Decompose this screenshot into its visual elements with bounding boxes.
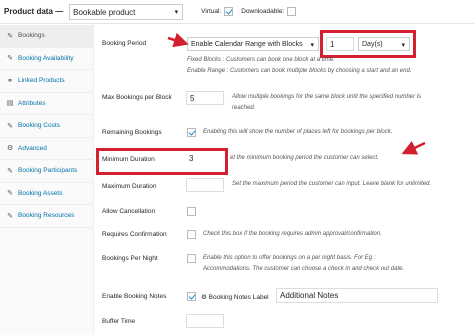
requires-confirmation-desc: Check this box if the booking requires a… [203,231,382,237]
max-duration-label: Maximum Duration [102,183,157,190]
virtual-checkbox[interactable] [224,7,234,16]
chevron-down-icon: ▾ [174,8,179,16]
max-bookings-desc-1: Allow multiple bookings for the same blo… [232,94,422,100]
buffer-time-label: Buffer Time [102,318,136,325]
highlight-box-period [320,30,416,58]
tab-attributes[interactable]: ▤ Attributes [0,93,93,115]
max-bookings-input[interactable]: 5 [186,91,224,105]
product-data-tabs: ✎ Bookings ✎ Booking Availability ⚭ Link… [0,25,94,335]
wrench-icon: ✎ [7,190,13,198]
max-bookings-label: Max Bookings per Block [102,94,172,101]
link-icon: ⚭ [7,77,13,85]
bookings-per-night-desc-2: Accommodations. The customer can choose … [203,266,405,272]
product-type-value: Bookable product [73,7,136,17]
requires-confirmation-label: Requires Confirmation [102,231,167,238]
min-duration-desc: et the minimum booking period the custom… [230,155,379,161]
arrow-to-booking-period [167,32,189,48]
tab-linked-products[interactable]: ⚭ Linked Products [0,70,93,93]
buffer-time-input[interactable] [186,314,224,328]
tab-booking-participants[interactable]: ✎ Booking Participants [0,160,93,183]
min-duration-input[interactable]: 3 [186,152,222,166]
allow-cancellation-checkbox[interactable] [187,207,196,216]
booking-period-select[interactable]: Enable Calendar Range with Blocks ▾ [187,37,319,51]
product-type-select[interactable]: Bookable product ▾ [69,3,184,20]
tab-booking-resources[interactable]: ✎ Booking Resources [0,205,93,228]
notes-label-prefix: ⚙ Booking Notes Label [201,294,269,301]
booking-period-desc-1: Fixed Blocks : Customers can book one bl… [187,57,335,63]
gear-icon: ⚙ [201,294,207,301]
wrench-icon: ✎ [7,32,13,40]
remaining-bookings-label: Remaining Bookings [102,129,162,136]
product-data-panel: Product data — Bookable product ▾ Virtua… [0,0,474,335]
bookings-per-night-desc-1: Enable this option to offer bookings on … [203,255,376,261]
product-data-header: Product data — Bookable product ▾ Virtua… [0,0,474,24]
max-bookings-desc-2: reached. [232,105,256,111]
tab-booking-availability[interactable]: ✎ Booking Availability [0,48,93,70]
remaining-bookings-desc: Enabling this will show the number of pl… [203,129,393,135]
tab-advanced[interactable]: ⚙ Advanced [0,138,93,160]
enable-notes-checkbox[interactable] [187,292,196,301]
wrench-icon: ✎ [7,167,13,175]
enable-notes-label: Enable Booking Notes [102,293,167,300]
booking-period-value: Enable Calendar Range with Blocks [191,41,303,48]
max-duration-desc: Set the maximum period the customer can … [232,181,432,187]
bookings-per-night-label: Bookings Per Night [102,255,158,262]
bookings-per-night-checkbox[interactable] [187,254,196,263]
booking-period-label: Booking Period [102,40,147,47]
wrench-icon: ✎ [7,55,13,63]
tab-bookings[interactable]: ✎ Bookings [0,25,93,48]
tab-booking-assets[interactable]: ✎ Booking Assets [0,183,93,205]
allow-cancellation-label: Allow Cancellation [102,208,156,215]
gear-icon: ⚙ [6,145,14,153]
requires-confirmation-checkbox[interactable] [187,230,196,239]
arrow-to-min-duration [401,140,426,155]
min-duration-label: Minimum Duration [102,156,155,163]
downloadable-checkbox[interactable] [287,7,297,16]
product-data-title: Product data — [4,7,64,16]
list-icon: ▤ [6,100,14,108]
downloadable-label: Downloadable: [241,7,297,16]
chevron-down-icon: ▾ [310,42,314,49]
wrench-icon: ✎ [7,122,13,130]
virtual-label: Virtual: [201,7,234,16]
max-duration-input[interactable] [186,178,224,192]
wrench-icon: ✎ [7,212,13,220]
booking-period-desc-2: Enable Range : Customers can book multip… [187,68,412,74]
tab-booking-costs[interactable]: ✎ Booking Costs [0,115,93,138]
notes-label-input[interactable]: Additional Notes [276,288,438,303]
remaining-bookings-checkbox[interactable] [187,128,196,137]
